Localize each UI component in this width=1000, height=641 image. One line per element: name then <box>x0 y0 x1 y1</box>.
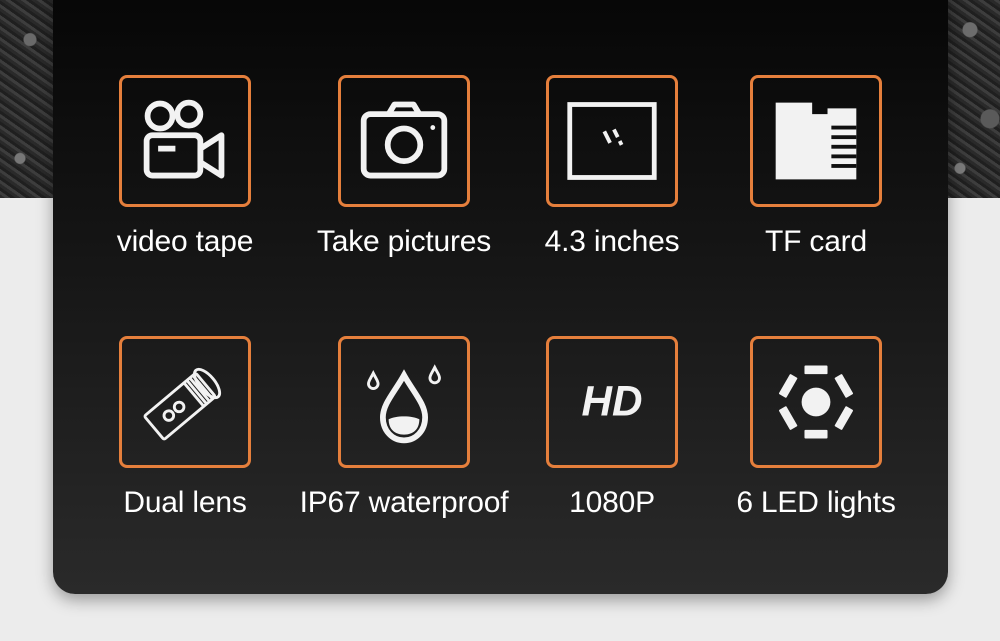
led-lights-icon <box>778 365 854 439</box>
features-panel: video tape Take pictures 4.3 inches TF c… <box>53 0 948 594</box>
icon-frame <box>338 75 470 207</box>
icon-frame <box>546 75 678 207</box>
icon-frame <box>119 336 251 468</box>
icon-frame <box>119 75 251 207</box>
screen-icon <box>567 102 657 180</box>
feature-led-lights: 6 LED lights <box>696 336 936 526</box>
feature-label: Take pictures <box>316 225 492 258</box>
feature-video-tape: video tape <box>65 75 305 265</box>
feature-label: IP67 waterproof <box>299 486 509 519</box>
hd-icon-text: HD <box>581 377 642 424</box>
icon-frame <box>750 75 882 207</box>
feature-tf-card: TF card <box>696 75 936 265</box>
feature-label: Dual lens <box>123 486 247 519</box>
video-camera-icon <box>143 99 225 179</box>
feature-take-pictures: Take pictures <box>284 75 524 265</box>
icon-frame <box>338 336 470 468</box>
feature-label: video tape <box>116 225 254 258</box>
dual-lens-icon <box>143 367 222 441</box>
feature-waterproof: IP67 waterproof <box>284 336 524 526</box>
icon-frame <box>750 336 882 468</box>
sd-card-icon <box>775 102 857 180</box>
feature-dual-lens: Dual lens <box>65 336 305 526</box>
hd-icon: HD <box>581 377 642 424</box>
water-drop-icon <box>367 364 441 444</box>
icon-frame: HD <box>546 336 678 468</box>
feature-label: 6 LED lights <box>736 486 896 519</box>
feature-label: TF card <box>765 225 867 258</box>
camera-icon <box>360 101 448 179</box>
